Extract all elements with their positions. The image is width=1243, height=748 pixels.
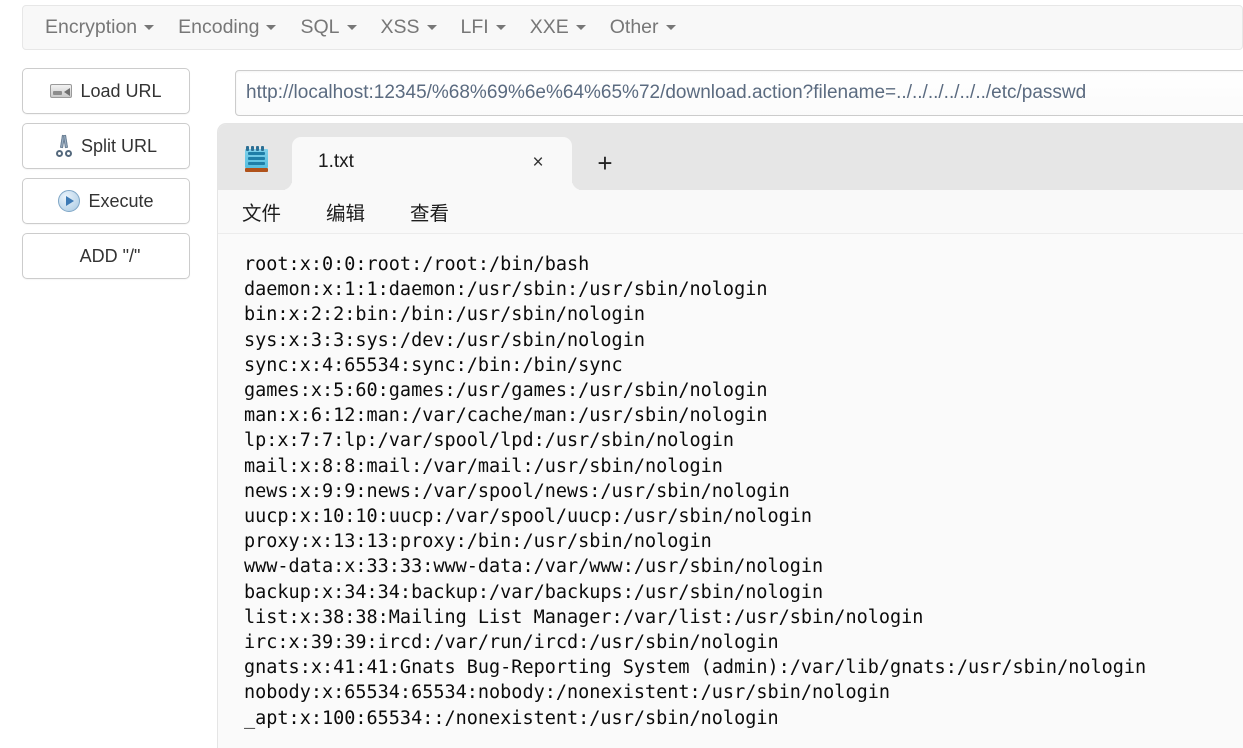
play-circle-icon <box>58 190 81 212</box>
notepad-tab-title: 1.txt <box>318 151 354 172</box>
chevron-down-icon <box>266 24 277 30</box>
nav-encoding[interactable]: Encoding <box>166 14 288 42</box>
nav-lfi-label: LFI <box>460 15 489 38</box>
notepad-menu-bar: 文件 编辑 查看 <box>218 190 1243 234</box>
chevron-down-icon <box>144 24 155 30</box>
notepad-text-content[interactable]: root:x:0:0:root:/root:/bin/bash daemon:x… <box>244 252 1243 731</box>
nav-other-label: Other <box>609 15 659 38</box>
execute-button[interactable]: Execute <box>22 178 190 224</box>
add-slash-button-label: ADD "/" <box>79 245 141 266</box>
nav-encryption-label: Encryption <box>45 15 138 38</box>
load-url-button-label: Load URL <box>80 80 162 101</box>
nav-xxe[interactable]: XXE <box>518 14 598 42</box>
url-input[interactable]: http://localhost:12345/%68%69%6e%64%65%7… <box>235 70 1243 116</box>
scissors-icon <box>55 134 73 157</box>
nav-sql-label: SQL <box>300 15 340 38</box>
chevron-down-icon <box>665 24 676 30</box>
notepad-tab[interactable]: 1.txt × <box>292 137 572 190</box>
execute-button-label: Execute <box>88 190 154 211</box>
notepad-tab-bar: 1.txt × + <box>218 124 1243 190</box>
close-icon[interactable]: × <box>526 151 550 175</box>
notepad-window: 1.txt × + 文件 编辑 查看 root:x:0:0:root:/root… <box>218 124 1243 748</box>
split-url-button[interactable]: Split URL <box>22 123 190 169</box>
split-url-button-label: Split URL <box>80 135 158 156</box>
menu-view[interactable]: 查看 <box>410 197 449 226</box>
chevron-down-icon <box>346 24 357 30</box>
disk-load-icon <box>50 82 73 100</box>
action-button-column: Load URL Split URL Execute ADD "/" <box>22 68 190 288</box>
nav-xss[interactable]: XSS <box>369 14 449 42</box>
hackbar-toolbar: Encryption Encoding SQL XSS LFI XXE Othe… <box>22 5 1243 50</box>
nav-lfi[interactable]: LFI <box>449 14 518 42</box>
nav-encoding-label: Encoding <box>178 15 260 38</box>
notepad-editor[interactable]: root:x:0:0:root:/root:/bin/bash daemon:x… <box>218 234 1243 748</box>
nav-encryption[interactable]: Encryption <box>33 14 166 42</box>
chevron-down-icon <box>426 24 437 30</box>
chevron-down-icon <box>495 24 506 30</box>
nav-xxe-label: XXE <box>529 15 569 38</box>
nav-other[interactable]: Other <box>598 14 688 42</box>
plus-icon[interactable]: + <box>590 149 620 179</box>
page-root: Encryption Encoding SQL XSS LFI XXE Othe… <box>0 0 1243 748</box>
add-slash-button[interactable]: ADD "/" <box>22 233 190 279</box>
nav-sql[interactable]: SQL <box>288 14 368 42</box>
notepad-icon <box>245 146 268 173</box>
chevron-down-icon <box>575 24 586 30</box>
nav-xss-label: XSS <box>380 15 420 38</box>
load-url-button[interactable]: Load URL <box>22 68 190 114</box>
menu-edit[interactable]: 编辑 <box>326 197 365 226</box>
menu-file[interactable]: 文件 <box>242 197 281 226</box>
